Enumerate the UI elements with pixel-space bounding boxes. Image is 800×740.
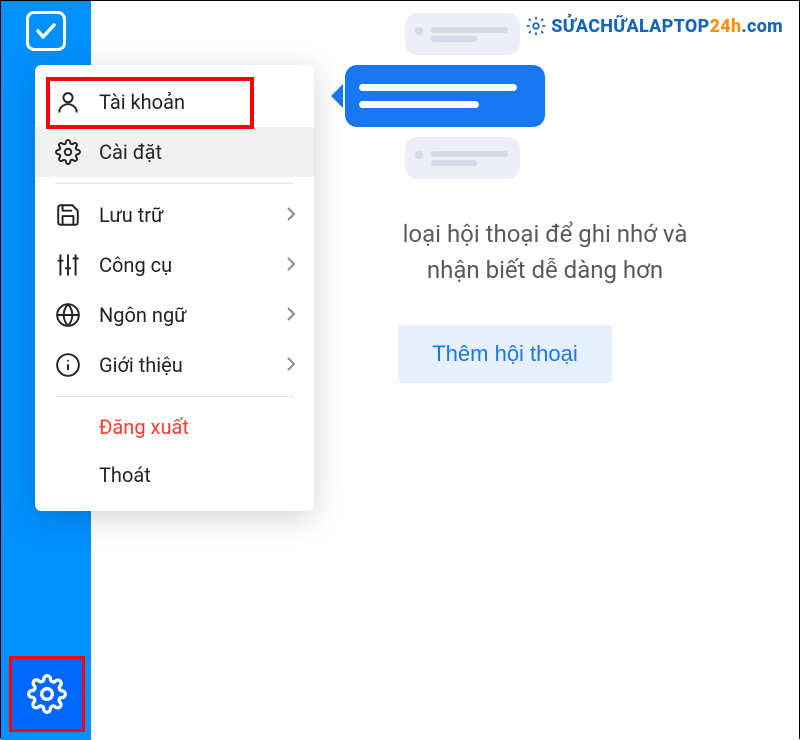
main-desc-line2: nhận biết dễ dàng hơn [311,252,779,288]
add-conversation-button[interactable]: Thêm hội thoại [398,325,612,383]
menu-item-about[interactable]: Giới thiệu [35,340,314,390]
menu-item-tools[interactable]: Công cụ [35,240,314,290]
menu-item-account[interactable]: Tài khoản [35,77,314,127]
menu-label: Cài đặt [99,140,162,164]
menu-item-language[interactable]: Ngôn ngữ [35,290,314,340]
gear-icon [55,139,81,165]
watermark-gear-icon [525,15,547,37]
menu-label: Ngôn ngữ [99,303,187,327]
menu-label: Giới thiệu [99,353,183,377]
divider [55,183,294,184]
chevron-right-icon [286,353,296,377]
main-desc-line1: loại hội thoại để ghi nhớ và [311,216,779,252]
menu-label: Đăng xuất [99,415,189,439]
sidebar-check-icon[interactable] [26,11,66,51]
sidebar-settings-button[interactable] [9,656,85,732]
menu-item-logout[interactable]: Đăng xuất [35,403,314,451]
save-icon [55,202,81,228]
sliders-icon [55,252,81,278]
main-description: loại hội thoại để ghi nhớ và nhận biết d… [311,216,779,288]
menu-item-settings[interactable]: Cài đặt [35,127,314,177]
divider [55,396,294,397]
user-icon [55,89,81,115]
menu-label: Tài khoản [99,90,185,114]
chevron-right-icon [286,253,296,277]
menu-item-exit[interactable]: Thoát [35,451,314,499]
menu-label: Thoát [99,463,151,487]
globe-icon [55,302,81,328]
chevron-right-icon [286,203,296,227]
chevron-right-icon [286,303,296,327]
info-icon [55,352,81,378]
menu-item-storage[interactable]: Lưu trữ [35,190,314,240]
settings-popup: Tài khoản Cài đặt Lưu trữ Công cụ Ngôn n… [35,65,314,511]
watermark: SỬACHỮALAPTOP24h.com [525,15,783,37]
gear-icon [27,674,67,714]
menu-label: Lưu trữ [99,203,163,227]
menu-label: Công cụ [99,253,172,277]
